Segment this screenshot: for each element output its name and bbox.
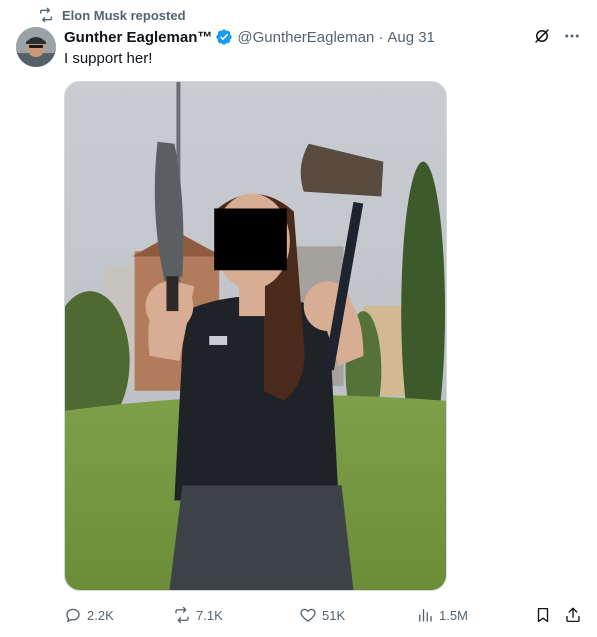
- repost-icon: [40, 7, 52, 23]
- repost-icon: [175, 606, 189, 624]
- bookmark-button[interactable]: [534, 604, 552, 626]
- author-handle[interactable]: @GuntherEagleman: [237, 29, 374, 46]
- share-icon: [566, 607, 580, 623]
- repost-count: 7.1K: [196, 607, 223, 623]
- heart-icon: [300, 608, 316, 622]
- reply-icon: [66, 608, 80, 623]
- media-image: [65, 82, 446, 590]
- reply-count: 2.2K: [87, 607, 114, 623]
- verified-badge-icon[interactable]: [215, 28, 233, 46]
- like-count: 51K: [322, 607, 346, 623]
- grok-icon[interactable]: [533, 27, 551, 45]
- view-count: 1.5M: [439, 607, 468, 623]
- tweet-date[interactable]: Aug 31: [387, 29, 435, 46]
- repost-label: Elon Musk reposted: [62, 7, 186, 23]
- analytics-icon: [419, 609, 432, 622]
- tweet-header: Gunther Eagleman™ @GuntherEagleman · Aug…: [64, 27, 581, 47]
- tweet[interactable]: Elon Musk reposted Gunther Eagleman™ @Gu…: [0, 0, 597, 637]
- share-button[interactable]: [564, 604, 582, 626]
- avatar-image: [16, 27, 56, 67]
- repost-button[interactable]: 7.1K: [173, 604, 223, 626]
- tweet-text: I support her!: [64, 50, 153, 67]
- more-options-icon[interactable]: [563, 27, 581, 45]
- views-button[interactable]: 1.5M: [416, 604, 468, 626]
- tweet-actions: 2.2K 7.1K 51K 1.5M: [64, 604, 584, 626]
- reply-button[interactable]: 2.2K: [64, 604, 114, 626]
- bookmark-icon: [537, 607, 549, 623]
- tweet-media[interactable]: [64, 81, 447, 591]
- like-button[interactable]: 51K: [299, 604, 345, 626]
- repost-context[interactable]: Elon Musk reposted: [38, 6, 186, 24]
- separator-dot: ·: [378, 28, 384, 46]
- header-actions: [533, 27, 581, 45]
- avatar[interactable]: [16, 27, 56, 67]
- author-display-name[interactable]: Gunther Eagleman™: [64, 29, 212, 46]
